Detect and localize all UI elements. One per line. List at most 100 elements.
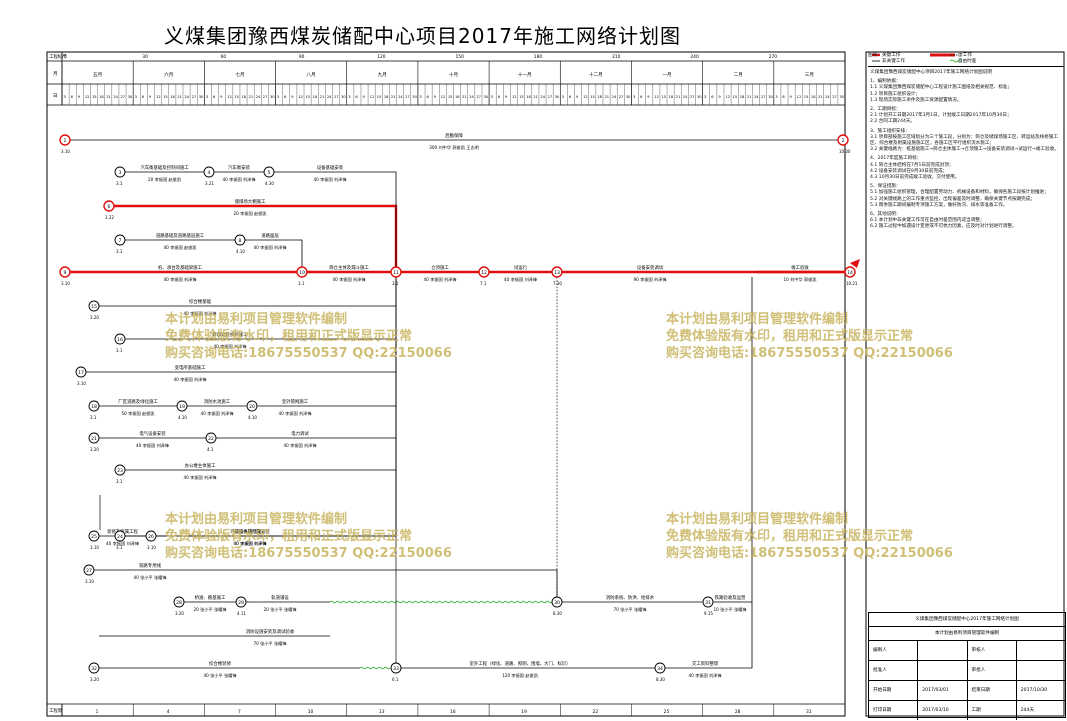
day-label: 27 [619, 95, 624, 99]
footer-scale-label: 16 [450, 709, 456, 715]
watermark-line: 购买咨询电话:18675550537 QQ:22150066 [165, 346, 452, 361]
footer-scale-label: 25 [664, 709, 670, 715]
node-id: 32 [91, 666, 97, 672]
day-label: 9 [362, 95, 365, 99]
node-id: 4 [208, 170, 211, 176]
activity-label: 桥涵、路基施工 [195, 594, 226, 601]
top-scale-tick: 90 [299, 54, 305, 60]
day-label: 24 [256, 95, 261, 99]
activity-label: 后勤保障 [445, 132, 463, 139]
activity-label: 消防水池施工 [204, 398, 231, 405]
activity-duration: 10 刘中华 郭俊凯 [783, 276, 817, 283]
node-date: 3.10 [61, 281, 70, 286]
day-label: 24 [825, 95, 830, 99]
node-id: 30 [554, 600, 560, 606]
month-label: 八月 [307, 72, 316, 78]
node-id: 2 [842, 138, 845, 144]
node-id: 20 [249, 404, 255, 410]
node-id: 11 [393, 270, 399, 276]
node-date: 3.20 [175, 611, 184, 616]
node-date: 3.1 [298, 281, 305, 286]
footer-scale-label: 10 [308, 709, 314, 715]
node-date: 3.10 [85, 579, 94, 584]
note-item: 4.3 10月30日前完成竣工验收，交付使用。 [870, 175, 960, 181]
node-date: 3.22 [105, 215, 114, 220]
activity-duration: 120 李振国 赵俊凯 [502, 672, 539, 679]
watermark-line: 购买咨询电话:18675550537 QQ:22150066 [666, 546, 953, 561]
info-cell: 2017/10/30 [1020, 688, 1048, 693]
node-id: 5 [268, 170, 271, 176]
node-id: 16 [117, 337, 123, 343]
activity-label: 设备安装调试 [637, 264, 664, 271]
day-label: 30 [199, 95, 204, 99]
node-id: 28 [176, 600, 182, 606]
info-row: 开始日期 2017/03/01 结束日期 2017/10/30 [869, 681, 1065, 701]
watermark-line: 本计划由易利项目管理软件编制 [666, 312, 849, 327]
day-label: 27 [548, 95, 553, 99]
day-label: 3 [135, 95, 137, 99]
day-label: 9 [647, 95, 650, 99]
month-label: 十月 [449, 71, 458, 78]
info-cell: 2017/03/01 [918, 681, 968, 700]
activity-label: 试运行 [514, 264, 528, 271]
day-label: 30 [839, 95, 844, 99]
activity-label: 竣工验收 [791, 264, 809, 271]
node-date: 3.1 [116, 348, 123, 353]
day-label: 21 [747, 95, 752, 99]
watermark-4: 本计划由易利项目管理软件编制 免费体验版有水印，租用和正式版显示正常 购买咨询电… [666, 511, 953, 562]
activity-duration: 20 张小平 张耀锋 [263, 606, 297, 613]
node-date: 6.1 [392, 677, 399, 682]
free-float [329, 600, 553, 604]
day-label: 12 [654, 95, 659, 99]
day-label: 21 [604, 95, 609, 99]
day-label: 24 [327, 95, 332, 99]
month-label: 十一月 [518, 71, 532, 78]
activity-label: 综合楼基础 [189, 298, 212, 305]
day-label: 21 [676, 95, 681, 99]
activity-arrow [274, 171, 397, 267]
activity-duration: 40 李振国 刘泽锋 [200, 410, 234, 417]
day-label: 27 [476, 95, 481, 99]
node-date: 3.20 [90, 315, 99, 320]
activity-duration: 20 李振国 赵俊凯 [233, 210, 267, 217]
watermark-line: 购买咨询电话:18675550537 QQ:22150066 [666, 346, 953, 361]
day-label: 3 [419, 95, 421, 99]
day-label: 15 [234, 95, 239, 99]
activity-duration: 40 李振国 刘泽锋 [173, 376, 207, 383]
watermark-line: 免费体验版有水印，租用和正式版显示正常 [165, 529, 413, 544]
watermark-1: 本计划由易利项目管理软件编制 免费体验版有水印，租用和正式版显示正常 购买咨询电… [165, 311, 452, 362]
day-label: 21 [818, 95, 823, 99]
info-cell [1017, 661, 1065, 680]
activity-label: 办公楼主体施工 [185, 462, 216, 469]
activity-label: 室外管网施工 [282, 398, 309, 405]
month-label: 九月 [378, 71, 387, 78]
node-id: 29 [238, 600, 244, 606]
note-item: 3.2 关键线路为：桩基础施工→筒仓主体施工→仓顶施工→设备安装调试→试运行→竣… [870, 147, 1059, 153]
day-label: 21 [533, 95, 538, 99]
day-label: 9 [505, 95, 508, 99]
activity-duration: 70 张小平 张耀锋 [613, 606, 647, 613]
info-cell [918, 641, 968, 660]
day-label: 3 [277, 95, 279, 99]
day-label: 15 [519, 95, 524, 99]
node-date: 3.10 [77, 381, 86, 386]
month-label: 一月 [662, 72, 671, 78]
day-label: 9 [576, 95, 579, 99]
activity-label: 汽车衡安装 [228, 164, 251, 171]
day-label: 30 [768, 95, 773, 99]
info-cell: 打印日期 [869, 701, 919, 720]
node-date: 4.11 [237, 611, 246, 616]
day-label: 30 [697, 95, 702, 99]
day-label: 27 [192, 95, 197, 99]
day-label: 27 [263, 95, 268, 99]
activity-duration: 40 李振国 刘泽锋 [278, 410, 312, 417]
top-scale-tick: 150 [456, 54, 465, 60]
watermark-3: 本计划由易利项目管理软件编制 免费体验版有水印，租用和正式版显示正常 购买咨询电… [165, 511, 452, 562]
day-label: 3 [775, 95, 777, 99]
watermark-line: 免费体验版有水印，租用和正式版显示正常 [165, 329, 413, 344]
label-month: 月 [53, 71, 58, 77]
activity-label: 仓顶施工 [431, 264, 449, 271]
day-label: 12 [298, 95, 303, 99]
info-cell: 审核人 [968, 641, 1017, 660]
day-label: 6 [213, 95, 216, 99]
